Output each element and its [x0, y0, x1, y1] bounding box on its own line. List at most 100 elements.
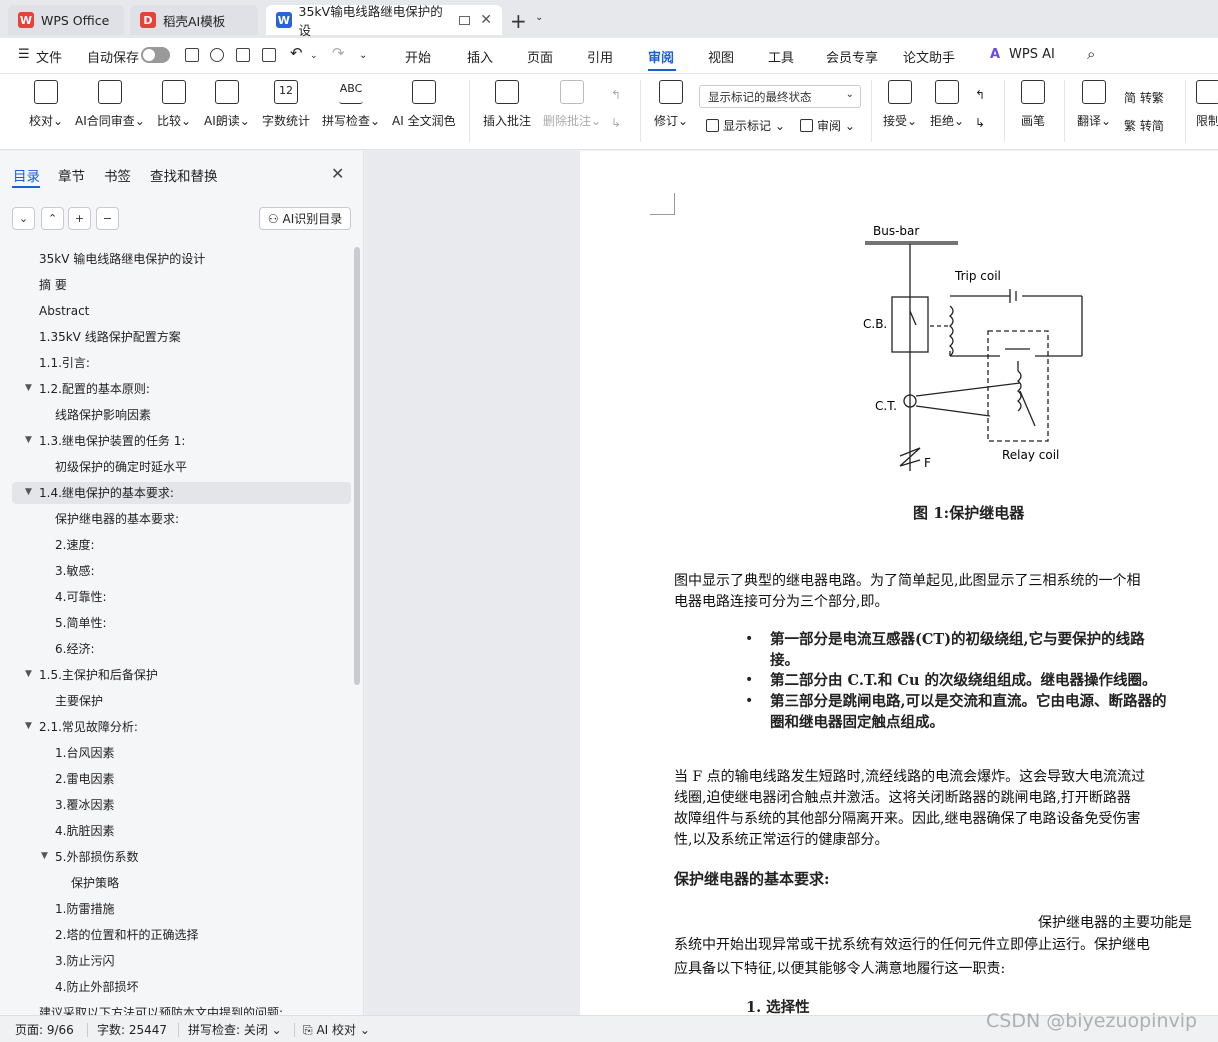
- menu-tab-page[interactable]: 页面: [527, 47, 553, 66]
- toc-item[interactable]: 5.外部损伤系数: [55, 846, 138, 868]
- ai-polish-button[interactable]: AI 全文润色: [392, 80, 456, 129]
- toc-item[interactable]: 5.简单性:: [55, 612, 107, 634]
- share-icon[interactable]: [210, 48, 224, 62]
- menu-tab-home[interactable]: 开始: [405, 47, 431, 66]
- toc-item[interactable]: 35kV 输电线路继电保护的设计: [39, 248, 205, 270]
- expand-caret-icon[interactable]: ▼: [25, 721, 32, 731]
- page-indicator[interactable]: 页面: 9/66: [15, 1021, 74, 1038]
- undo-icon[interactable]: ↶: [290, 44, 303, 62]
- expand-caret-icon[interactable]: ▼: [41, 851, 48, 861]
- toc-item[interactable]: 1.5.主保护和后备保护: [39, 664, 158, 686]
- reject-button[interactable]: 拒绝⌄: [930, 80, 964, 129]
- toc-item[interactable]: 2.速度:: [55, 534, 95, 556]
- toc-item[interactable]: 4.可靠性:: [55, 586, 107, 608]
- accept-button[interactable]: 接受⌄: [883, 80, 917, 129]
- undo-dropdown-icon[interactable]: ⌄: [310, 51, 318, 61]
- toc-item[interactable]: 4.肮脏因素: [55, 820, 114, 842]
- toc-item[interactable]: 1.3.继电保护装置的任务 1:: [39, 430, 185, 452]
- nav-tab-chapters[interactable]: 章节: [58, 165, 85, 185]
- toc-item[interactable]: 1.1.引言:: [39, 352, 90, 374]
- to-traditional-button[interactable]: 简 转繁: [1124, 89, 1164, 106]
- toc-item[interactable]: 3.覆冰因素: [55, 794, 114, 816]
- close-tab-icon[interactable]: ✕: [480, 12, 492, 28]
- restrict-editing-button[interactable]: 限制: [1196, 80, 1218, 129]
- autosave-toggle[interactable]: [141, 47, 170, 63]
- ai-contract-review-button[interactable]: AI合同审查⌄: [75, 80, 145, 129]
- toc-item[interactable]: 2.塔的位置和杆的正确选择: [55, 924, 198, 946]
- previous-comment-icon[interactable]: ↰: [611, 88, 621, 102]
- ai-identify-toc-button[interactable]: ⚇ AI识别目录: [259, 207, 351, 230]
- toc-item[interactable]: 初级保护的确定时延水平: [55, 456, 187, 478]
- save-icon[interactable]: [185, 48, 199, 62]
- review-pane-button[interactable]: 审阅 ⌄: [800, 117, 855, 134]
- pen-button[interactable]: 画笔: [1021, 80, 1045, 129]
- toc-item[interactable]: 2.1.常见故障分析:: [39, 716, 138, 738]
- toc-item[interactable]: Abstract: [39, 300, 89, 322]
- markup-display-select[interactable]: 显示标记的最终状态 ⌄: [699, 85, 861, 108]
- more-quick-chevron-icon[interactable]: ⌄: [359, 50, 367, 61]
- menu-tab-view[interactable]: 视图: [708, 47, 734, 66]
- chevron-up-icon[interactable]: ⌃: [41, 207, 64, 230]
- toc-item[interactable]: 主要保护: [55, 690, 103, 712]
- track-changes-button[interactable]: 修订⌄: [654, 80, 688, 129]
- menu-tab-insert[interactable]: 插入: [467, 47, 493, 66]
- toc-item[interactable]: 4.防止外部损坏: [55, 976, 138, 998]
- toc-item[interactable]: 2.雷电因素: [55, 768, 114, 790]
- expand-caret-icon[interactable]: ▼: [25, 435, 32, 445]
- search-icon[interactable]: ⌕: [1087, 45, 1095, 63]
- print-preview-icon[interactable]: [262, 48, 276, 62]
- nav-tab-toc[interactable]: 目录: [13, 165, 40, 185]
- toc-item[interactable]: 保护继电器的基本要求:: [55, 508, 179, 530]
- toc-scrollbar[interactable]: [354, 247, 360, 685]
- compare-button[interactable]: 比较⌄: [157, 80, 191, 129]
- tab-docer-ai-template[interactable]: D 稻壳AI模板: [130, 5, 258, 35]
- word-count-status[interactable]: 字数: 25447: [97, 1021, 167, 1038]
- add-heading-icon[interactable]: +: [68, 207, 91, 230]
- new-tab-icon[interactable]: +: [510, 9, 527, 33]
- tab-list-chevron-icon[interactable]: ⌄: [535, 12, 543, 23]
- insert-comment-button[interactable]: 插入批注: [483, 80, 531, 129]
- toc-item[interactable]: 1.防雷措施: [55, 898, 114, 920]
- tab-current-document[interactable]: W 35kV输电线路继电保护的设 ✕: [266, 4, 502, 38]
- menu-tab-references[interactable]: 引用: [587, 47, 613, 66]
- nav-tab-bookmarks[interactable]: 书签: [104, 165, 131, 185]
- toc-item[interactable]: 6.经济:: [55, 638, 95, 660]
- translate-button[interactable]: 翻译⌄: [1077, 80, 1111, 129]
- next-comment-icon[interactable]: ↳: [611, 116, 621, 130]
- toc-item[interactable]: 3.防止污闪: [55, 950, 114, 972]
- toc-item[interactable]: 线路保护影响因素: [55, 404, 151, 426]
- previous-change-icon[interactable]: ↰: [975, 88, 985, 102]
- print-icon[interactable]: [236, 48, 250, 62]
- menu-tab-review[interactable]: 审阅: [648, 47, 674, 66]
- collapse-all-chevron-down-icon[interactable]: ⌄: [12, 207, 35, 230]
- restore-window-icon[interactable]: [458, 15, 471, 25]
- menu-tab-tools[interactable]: 工具: [768, 47, 794, 66]
- toc-item[interactable]: 保护策略: [71, 872, 119, 894]
- proofread-button[interactable]: 校对⌄: [29, 80, 63, 129]
- delete-comment-button[interactable]: 删除批注⌄: [543, 80, 601, 129]
- menu-tab-wps-ai[interactable]: WPS AI: [1009, 47, 1055, 62]
- spell-check-button[interactable]: ABC 拼写检查⌄: [322, 80, 380, 129]
- expand-caret-icon[interactable]: ▼: [25, 669, 32, 679]
- expand-caret-icon[interactable]: ▼: [25, 383, 32, 393]
- menu-tab-thesis[interactable]: 论文助手: [903, 47, 955, 66]
- spell-check-status[interactable]: 拼写检查: 关闭 ⌄: [188, 1021, 282, 1038]
- word-count-button[interactable]: 12 字数统计: [262, 80, 310, 129]
- to-simplified-button[interactable]: 繁 转简: [1124, 117, 1164, 134]
- toc-item[interactable]: 摘 要: [39, 274, 67, 296]
- next-change-icon[interactable]: ↳: [975, 116, 985, 130]
- toc-item[interactable]: 3.敏感:: [55, 560, 95, 582]
- tab-wps-office[interactable]: W WPS Office: [8, 5, 124, 35]
- document-page[interactable]: Bus-bar Trip coil C.B. C.T. F Relay coil…: [580, 151, 1218, 1015]
- remove-heading-icon[interactable]: −: [96, 207, 119, 230]
- ai-proofread-status[interactable]: ⎘ AI 校对 ⌄: [303, 1021, 370, 1038]
- ai-read-aloud-button[interactable]: AI朗读⌄: [204, 80, 250, 129]
- nav-tab-find-replace[interactable]: 查找和替换: [150, 165, 218, 185]
- redo-icon[interactable]: ↷: [332, 44, 345, 62]
- show-markup-button[interactable]: 显示标记 ⌄: [706, 117, 785, 134]
- close-pane-icon[interactable]: ✕: [331, 164, 344, 183]
- menu-file[interactable]: 文件: [36, 47, 62, 66]
- menu-tab-member[interactable]: 会员专享: [826, 47, 878, 66]
- hamburger-icon[interactable]: ☰: [18, 47, 30, 62]
- toc-item[interactable]: 1.4.继电保护的基本要求:: [39, 482, 174, 504]
